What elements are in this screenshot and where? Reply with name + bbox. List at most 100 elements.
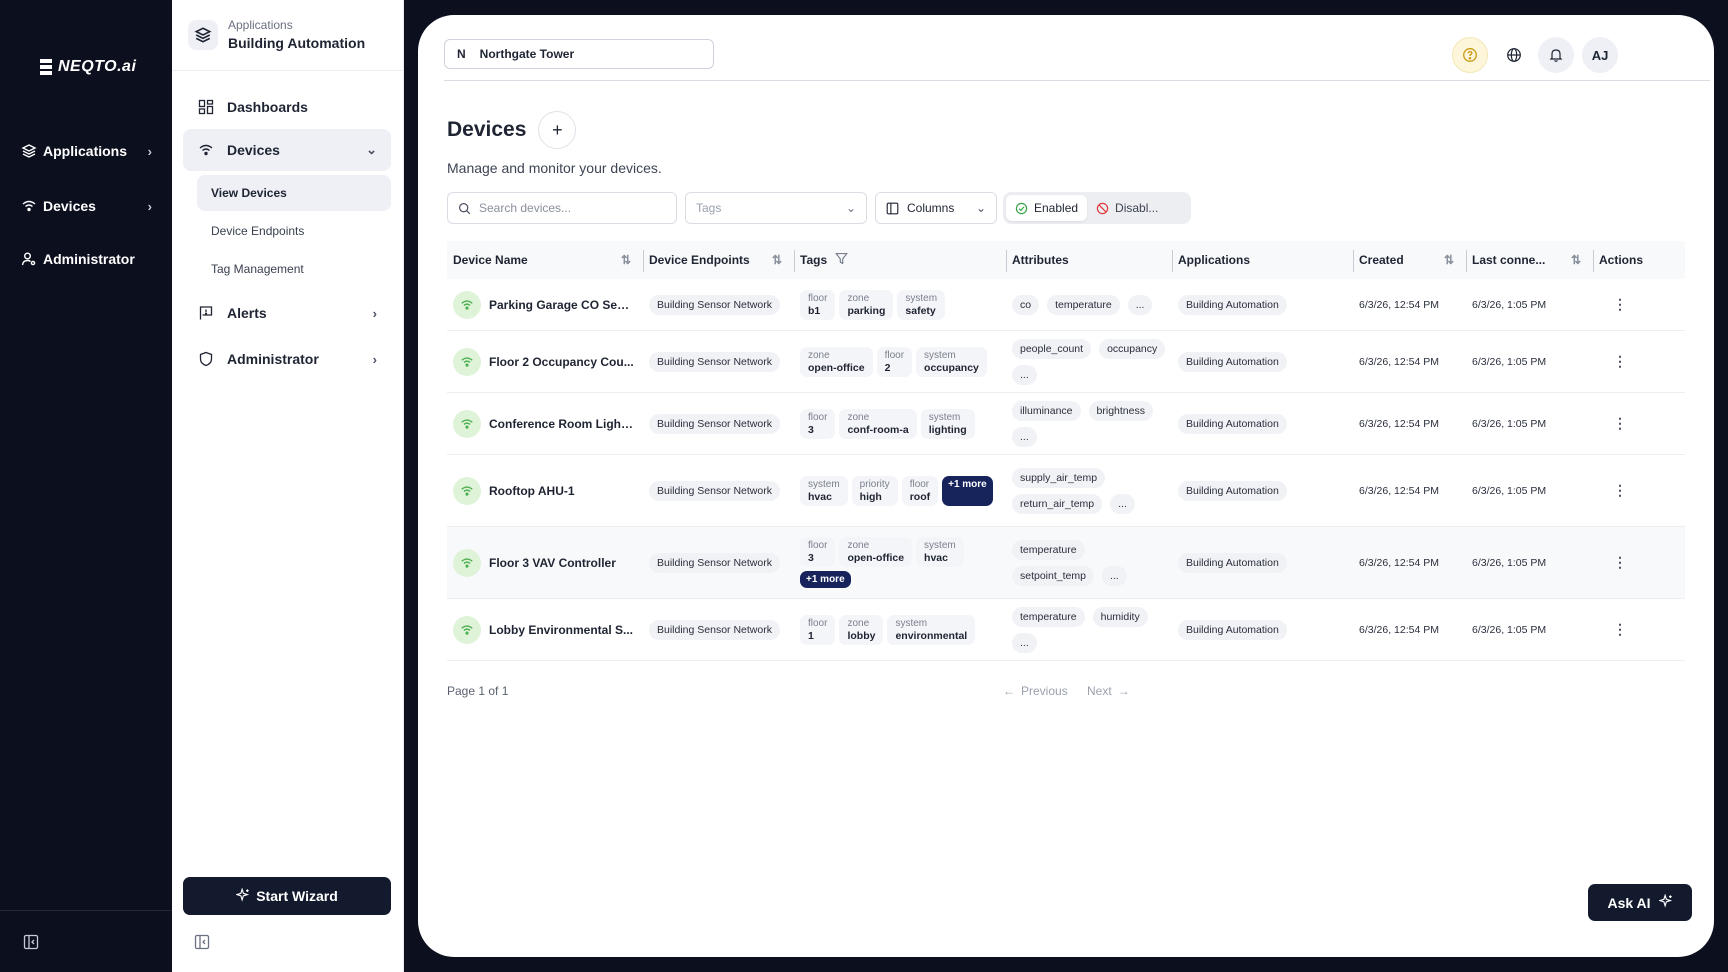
attributes-cell: temperature setpoint_temp... [1006,539,1172,586]
table-row[interactable]: Floor 2 Occupancy Cou... Building Sensor … [447,331,1685,393]
check-circle-icon [1015,202,1028,214]
device-name[interactable]: Parking Garage CO Sen... [489,298,634,312]
device-name[interactable]: Floor 3 VAV Controller [489,556,616,570]
attributes-cell: illuminance brightness... [1006,400,1172,447]
more-tags-badge[interactable]: +1 more [942,475,993,506]
search-box[interactable]: Search devices... [447,192,677,224]
sort-icon[interactable]: ⇅ [1444,253,1454,267]
tag-value: 2 [884,361,891,374]
notifications-button[interactable] [1538,37,1574,73]
device-online-icon [453,409,481,438]
project-name: Northgate Tower [479,47,575,61]
enabled-tab[interactable]: Enabled [1006,195,1088,221]
tag-value: occupancy [924,361,979,374]
more-vertical-icon[interactable]: ⋮ [1613,415,1627,432]
tag-value: 1 [808,629,814,642]
start-wizard-button[interactable]: Start Wizard [183,877,391,915]
tag-key: floor [808,617,828,629]
next-button[interactable]: Next → [1087,684,1130,698]
nav-administrator[interactable]: Administrator › [183,338,391,380]
created-date: 6/3/26, 12:54 PM [1359,417,1439,430]
device-name[interactable]: Conference Room Light... [489,417,634,431]
subnav-device-endpoints[interactable]: Device Endpoints [197,213,391,249]
table-row[interactable]: Rooftop AHU-1 Building Sensor Network syst… [447,455,1685,527]
neqto-logo[interactable]: NEQTO.ai [40,58,136,76]
th-last-connected[interactable]: Last conne... ⇅ [1466,241,1593,279]
rail-item-applications[interactable]: Applications › [20,142,152,160]
tag-chip: floor b1 [800,289,836,320]
more-vertical-icon[interactable]: ⋮ [1613,554,1627,571]
device-name[interactable]: Rooftop AHU-1 [489,484,575,498]
table-row[interactable]: Lobby Environmental S... Building Sensor … [447,599,1685,661]
nav-devices[interactable]: Devices ⌄ [183,129,391,171]
nav-alerts[interactable]: Alerts › [183,292,391,334]
th-tags: Tags [794,241,1006,279]
project-selector[interactable]: N Northgate Tower [444,39,714,69]
created-cell: 6/3/26, 12:54 PM [1353,624,1466,636]
tags-select[interactable]: Tags ⌄ [685,192,867,224]
language-button[interactable] [1496,37,1532,73]
actions-cell: ⋮ [1593,482,1685,499]
app-switcher[interactable]: Applications Building Automation [188,18,365,51]
table-row[interactable]: Floor 3 VAV Controller Building Sensor Ne… [447,527,1685,599]
more-vertical-icon[interactable]: ⋮ [1613,353,1627,370]
sort-icon[interactable]: ⇅ [772,253,782,267]
device-name-cell[interactable]: Lobby Environmental S... [447,615,643,644]
attribute-chip: co [1012,294,1040,315]
last-connected-cell: 6/3/26, 1:05 PM [1466,356,1593,368]
tags-cell: zone open-office floor 2 system occupancy [794,346,1006,377]
device-name[interactable]: Floor 2 Occupancy Cou... [489,355,634,369]
table-row[interactable]: Conference Room Light... Building Sensor … [447,393,1685,455]
tags-cell: floor 3 zone conf-room-a system lighting [794,408,1006,439]
endpoint-cell: Building Sensor Network [643,619,794,640]
th-device-name[interactable]: Device Name ⇅ [447,241,643,279]
sort-icon[interactable]: ⇅ [1571,253,1581,267]
page-subtitle: Manage and monitor your devices. [447,160,662,176]
device-name-cell[interactable]: Floor 3 VAV Controller [447,548,643,577]
ask-ai-button[interactable]: Ask AI [1588,884,1692,921]
panel-collapse-icon[interactable] [23,934,39,950]
more-vertical-icon[interactable]: ⋮ [1613,621,1627,638]
device-name-cell[interactable]: Parking Garage CO Sen... [447,290,643,319]
sort-icon[interactable]: ⇅ [621,253,631,267]
th-created[interactable]: Created ⇅ [1353,241,1466,279]
more-tags-badge[interactable]: +1 more [800,571,851,588]
tags-cell: system hvac priority high floor roof +1 more [794,475,1006,506]
sidebar-divider [172,70,404,71]
more-vertical-icon[interactable]: ⋮ [1613,296,1627,313]
app-layers-icon [188,19,218,50]
device-name-cell[interactable]: Floor 2 Occupancy Cou... [447,347,643,376]
help-icon [1463,48,1477,62]
add-device-button[interactable]: + [538,111,577,149]
table-row[interactable]: Parking Garage CO Sen... Building Sensor … [447,279,1685,331]
disabled-tab[interactable]: Disabl... [1087,195,1167,221]
filter-icon[interactable] [835,252,848,268]
subnav-view-devices[interactable]: View Devices [197,175,391,211]
tag-chip: priority high [851,475,898,506]
attributes-cell: people_count occupancy... [1006,338,1172,385]
actions-cell: ⋮ [1593,296,1685,313]
subnav-tag-management[interactable]: Tag Management [197,251,391,287]
rail-item-label: Administrator [43,251,135,267]
actions-cell: ⋮ [1593,353,1685,370]
last-connected-date: 6/3/26, 1:05 PM [1472,355,1547,368]
more-vertical-icon[interactable]: ⋮ [1613,482,1627,499]
device-name[interactable]: Lobby Environmental S... [489,623,633,637]
user-avatar[interactable]: AJ [1582,37,1618,73]
nav-label: Alerts [227,305,267,321]
attribute-chip: ... [1012,632,1037,653]
tag-value: open-office [808,361,865,374]
tag-value: lighting [928,423,967,436]
tag-key: floor [808,292,828,304]
nav-dashboards[interactable]: Dashboards [183,86,391,128]
device-name-cell[interactable]: Conference Room Light... [447,409,643,438]
columns-button[interactable]: Columns ⌄ [875,192,997,224]
th-device-endpoints[interactable]: Device Endpoints ⇅ [643,241,794,279]
rail-item-devices[interactable]: Devices › [20,197,152,215]
help-button[interactable] [1452,37,1488,73]
previous-button[interactable]: ← Previous [1003,684,1068,698]
created-cell: 6/3/26, 12:54 PM [1353,418,1466,430]
device-name-cell[interactable]: Rooftop AHU-1 [447,476,643,505]
sidebar-collapse-icon[interactable] [194,934,210,950]
rail-item-administrator[interactable]: Administrator [20,250,152,268]
